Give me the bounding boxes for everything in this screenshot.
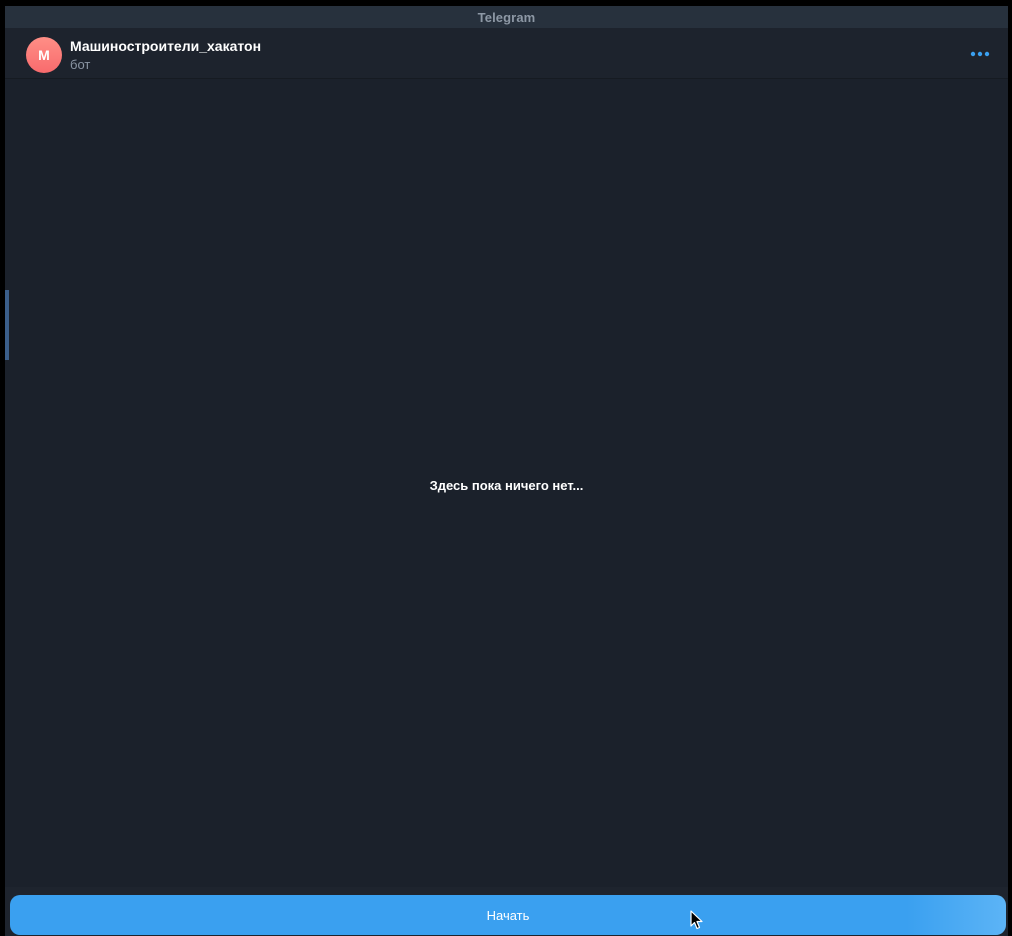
more-horizontal-icon [970,51,990,57]
title-bar: Telegram [5,6,1008,28]
mouse-cursor-icon [690,910,703,930]
bottom-bar: Начать [5,887,1008,936]
chat-subtitle: бот [70,57,91,72]
message-area: Здесь пока ничего нет... [5,79,1008,887]
empty-state-text: Здесь пока ничего нет... [429,478,584,493]
start-button[interactable]: Начать [10,895,1006,935]
avatar[interactable]: М [26,37,62,73]
window-title: Telegram [477,9,536,25]
chat-header[interactable]: М Машиностроители_хакатон бот [5,28,1008,79]
chat-title[interactable]: Машиностроители_хакатон [70,38,261,54]
telegram-window: Telegram М Машиностроители_хакатон бот З… [5,6,1008,936]
resize-handle[interactable] [5,290,9,360]
more-button[interactable] [967,46,993,62]
